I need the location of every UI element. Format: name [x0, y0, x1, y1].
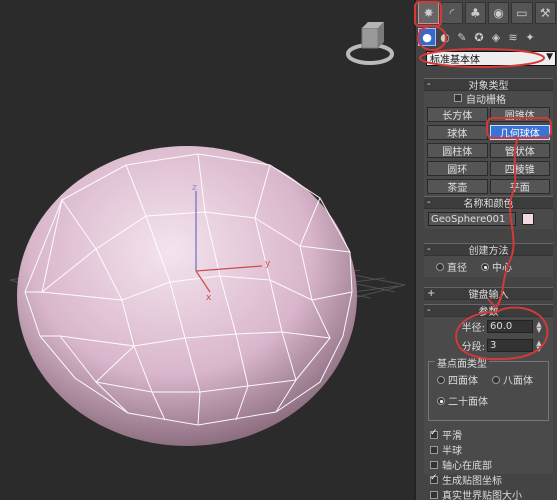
motion-tab-icon[interactable]: ◉ [487, 2, 510, 24]
keyboard-entry-rollout: + 键盘输入 [424, 287, 553, 301]
torus-button[interactable]: 圆环 [427, 161, 488, 176]
systems-icon[interactable]: ✦ [522, 28, 538, 46]
utilities-tab-icon[interactable]: ⚒ [534, 2, 556, 24]
parameters-header[interactable]: - 参数 [424, 304, 553, 318]
collapse-icon: - [427, 244, 431, 255]
box-button[interactable]: 长方体 [427, 107, 488, 122]
geosphere-object[interactable] [17, 146, 357, 446]
expand-icon: + [427, 288, 436, 299]
spacewarps-icon[interactable]: ≋ [505, 28, 521, 46]
create-tab-icon[interactable]: ✸ [418, 2, 440, 24]
object-type-header[interactable]: - 对象类型 [424, 78, 553, 92]
sphere-button[interactable]: 球体 [427, 125, 488, 140]
helpers-icon[interactable]: ◈ [488, 28, 504, 46]
object-type-rollout: - 对象类型 自动栅格 长方体 圆锥体 球体 几何球体 圆柱体 管状体 圆环 四… [424, 78, 553, 196]
hierarchy-tab-icon[interactable]: ♣ [464, 2, 486, 24]
gen-mapping-checkbox-row[interactable]: 生成贴图坐标 [430, 472, 547, 487]
segments-input[interactable]: 3 [487, 339, 533, 352]
display-tab-icon[interactable]: ▭ [511, 2, 533, 24]
octa-radio[interactable]: 八面体 [492, 372, 533, 387]
plane-button[interactable]: 平面 [489, 179, 550, 194]
primitive-type-dropdown[interactable]: 标准基本体 ▼ [426, 51, 556, 66]
hemisphere-checkbox-row[interactable]: 半球 [430, 442, 547, 457]
object-type-buttons: 长方体 圆锥体 球体 几何球体 圆柱体 管状体 圆环 四棱锥 茶壶 平面 [424, 105, 553, 196]
viewport-scene: z y x [9, 22, 406, 446]
tube-button[interactable]: 管状体 [489, 143, 550, 158]
command-panel-tabs: ✸ ◜ ♣ ◉ ▭ ⚒ [418, 2, 556, 26]
collapse-icon: - [427, 305, 431, 316]
autogrid-row[interactable]: 自动栅格 [424, 91, 553, 106]
geosphere-button[interactable]: 几何球体 [489, 125, 550, 140]
name-color-rollout: - 名称和颜色 GeoSphere001 [424, 196, 553, 229]
axis-z-label: z [192, 183, 197, 193]
radius-row: 半径: 60.0 ▲ ▼ [461, 319, 543, 334]
segments-spinner-icon[interactable]: ▲ ▼ [535, 339, 543, 352]
hemisphere-checkbox[interactable] [430, 445, 438, 454]
base-to-pivot-checkbox[interactable] [430, 460, 438, 469]
radio-dot [437, 396, 445, 405]
teapot-button[interactable]: 茶壶 [427, 179, 488, 194]
tetra-radio[interactable]: 四面体 [437, 372, 478, 387]
segments-row: 分段: 3 ▲ ▼ [461, 338, 543, 353]
radio-dot [437, 375, 445, 384]
dropdown-value: 标准基本体 [430, 55, 480, 66]
object-name-field[interactable]: GeoSphere001 [428, 212, 516, 226]
object-color-swatch[interactable] [522, 213, 534, 225]
center-radio[interactable]: 中心 [481, 259, 512, 274]
radio-dot [436, 262, 444, 271]
create-category-bar: ● ◐ ✎ ✪ ◈ ≋ ✦ [418, 26, 556, 48]
pyramid-button[interactable]: 四棱锥 [489, 161, 550, 176]
collapse-icon: - [427, 79, 431, 90]
chevron-down-icon: ▼ [546, 52, 553, 62]
real-world-map-checkbox-row[interactable]: 真实世界贴图大小 [430, 487, 547, 500]
base-type-group: 基点面类型 四面体 八面体 二十面体 [428, 355, 549, 421]
real-world-map-checkbox[interactable] [430, 490, 438, 499]
axis-y-label: y [265, 259, 271, 269]
collapse-icon: - [427, 197, 431, 208]
gen-mapping-checkbox[interactable] [430, 473, 438, 484]
geometry-icon[interactable]: ● [418, 28, 436, 46]
cone-button[interactable]: 圆锥体 [489, 107, 550, 122]
modify-tab-icon[interactable]: ◜ [441, 2, 463, 24]
diameter-radio[interactable]: 直径 [436, 259, 467, 274]
cylinder-button[interactable]: 圆柱体 [427, 143, 488, 158]
creation-method-header[interactable]: - 创建方法 [424, 243, 553, 257]
shapes-icon[interactable]: ◐ [437, 28, 453, 46]
perspective-viewport[interactable]: z y x [0, 0, 414, 500]
creation-method-rollout: - 创建方法 直径 中心 [424, 243, 553, 277]
axis-x-label: x [206, 293, 212, 303]
cameras-icon[interactable]: ✪ [471, 28, 487, 46]
radio-dot [492, 375, 500, 384]
keyboard-entry-header[interactable]: + 键盘输入 [424, 287, 553, 301]
name-color-header[interactable]: - 名称和颜色 [424, 196, 553, 210]
icosa-radio[interactable]: 二十面体 [437, 393, 488, 408]
smooth-checkbox[interactable] [430, 428, 438, 439]
radius-input[interactable]: 60.0 [487, 320, 533, 333]
parameter-checks: 平滑 半球 轴心在底部 生成贴图坐标 真实世界贴图大小 [424, 421, 553, 500]
radio-dot [481, 262, 489, 271]
radius-spinner-icon[interactable]: ▲ ▼ [535, 320, 543, 333]
parameters-rollout: - 参数 半径: 60.0 ▲ ▼ 分段: 3 ▲ ▼ 基点面类型 四面体 八面体 … [424, 304, 553, 500]
smooth-checkbox-row[interactable]: 平滑 [430, 427, 547, 442]
lights-icon[interactable]: ✎ [454, 28, 470, 46]
base-to-pivot-checkbox-row[interactable]: 轴心在底部 [430, 457, 547, 472]
autogrid-checkbox[interactable] [454, 94, 462, 102]
viewcube-icon[interactable] [346, 22, 394, 65]
